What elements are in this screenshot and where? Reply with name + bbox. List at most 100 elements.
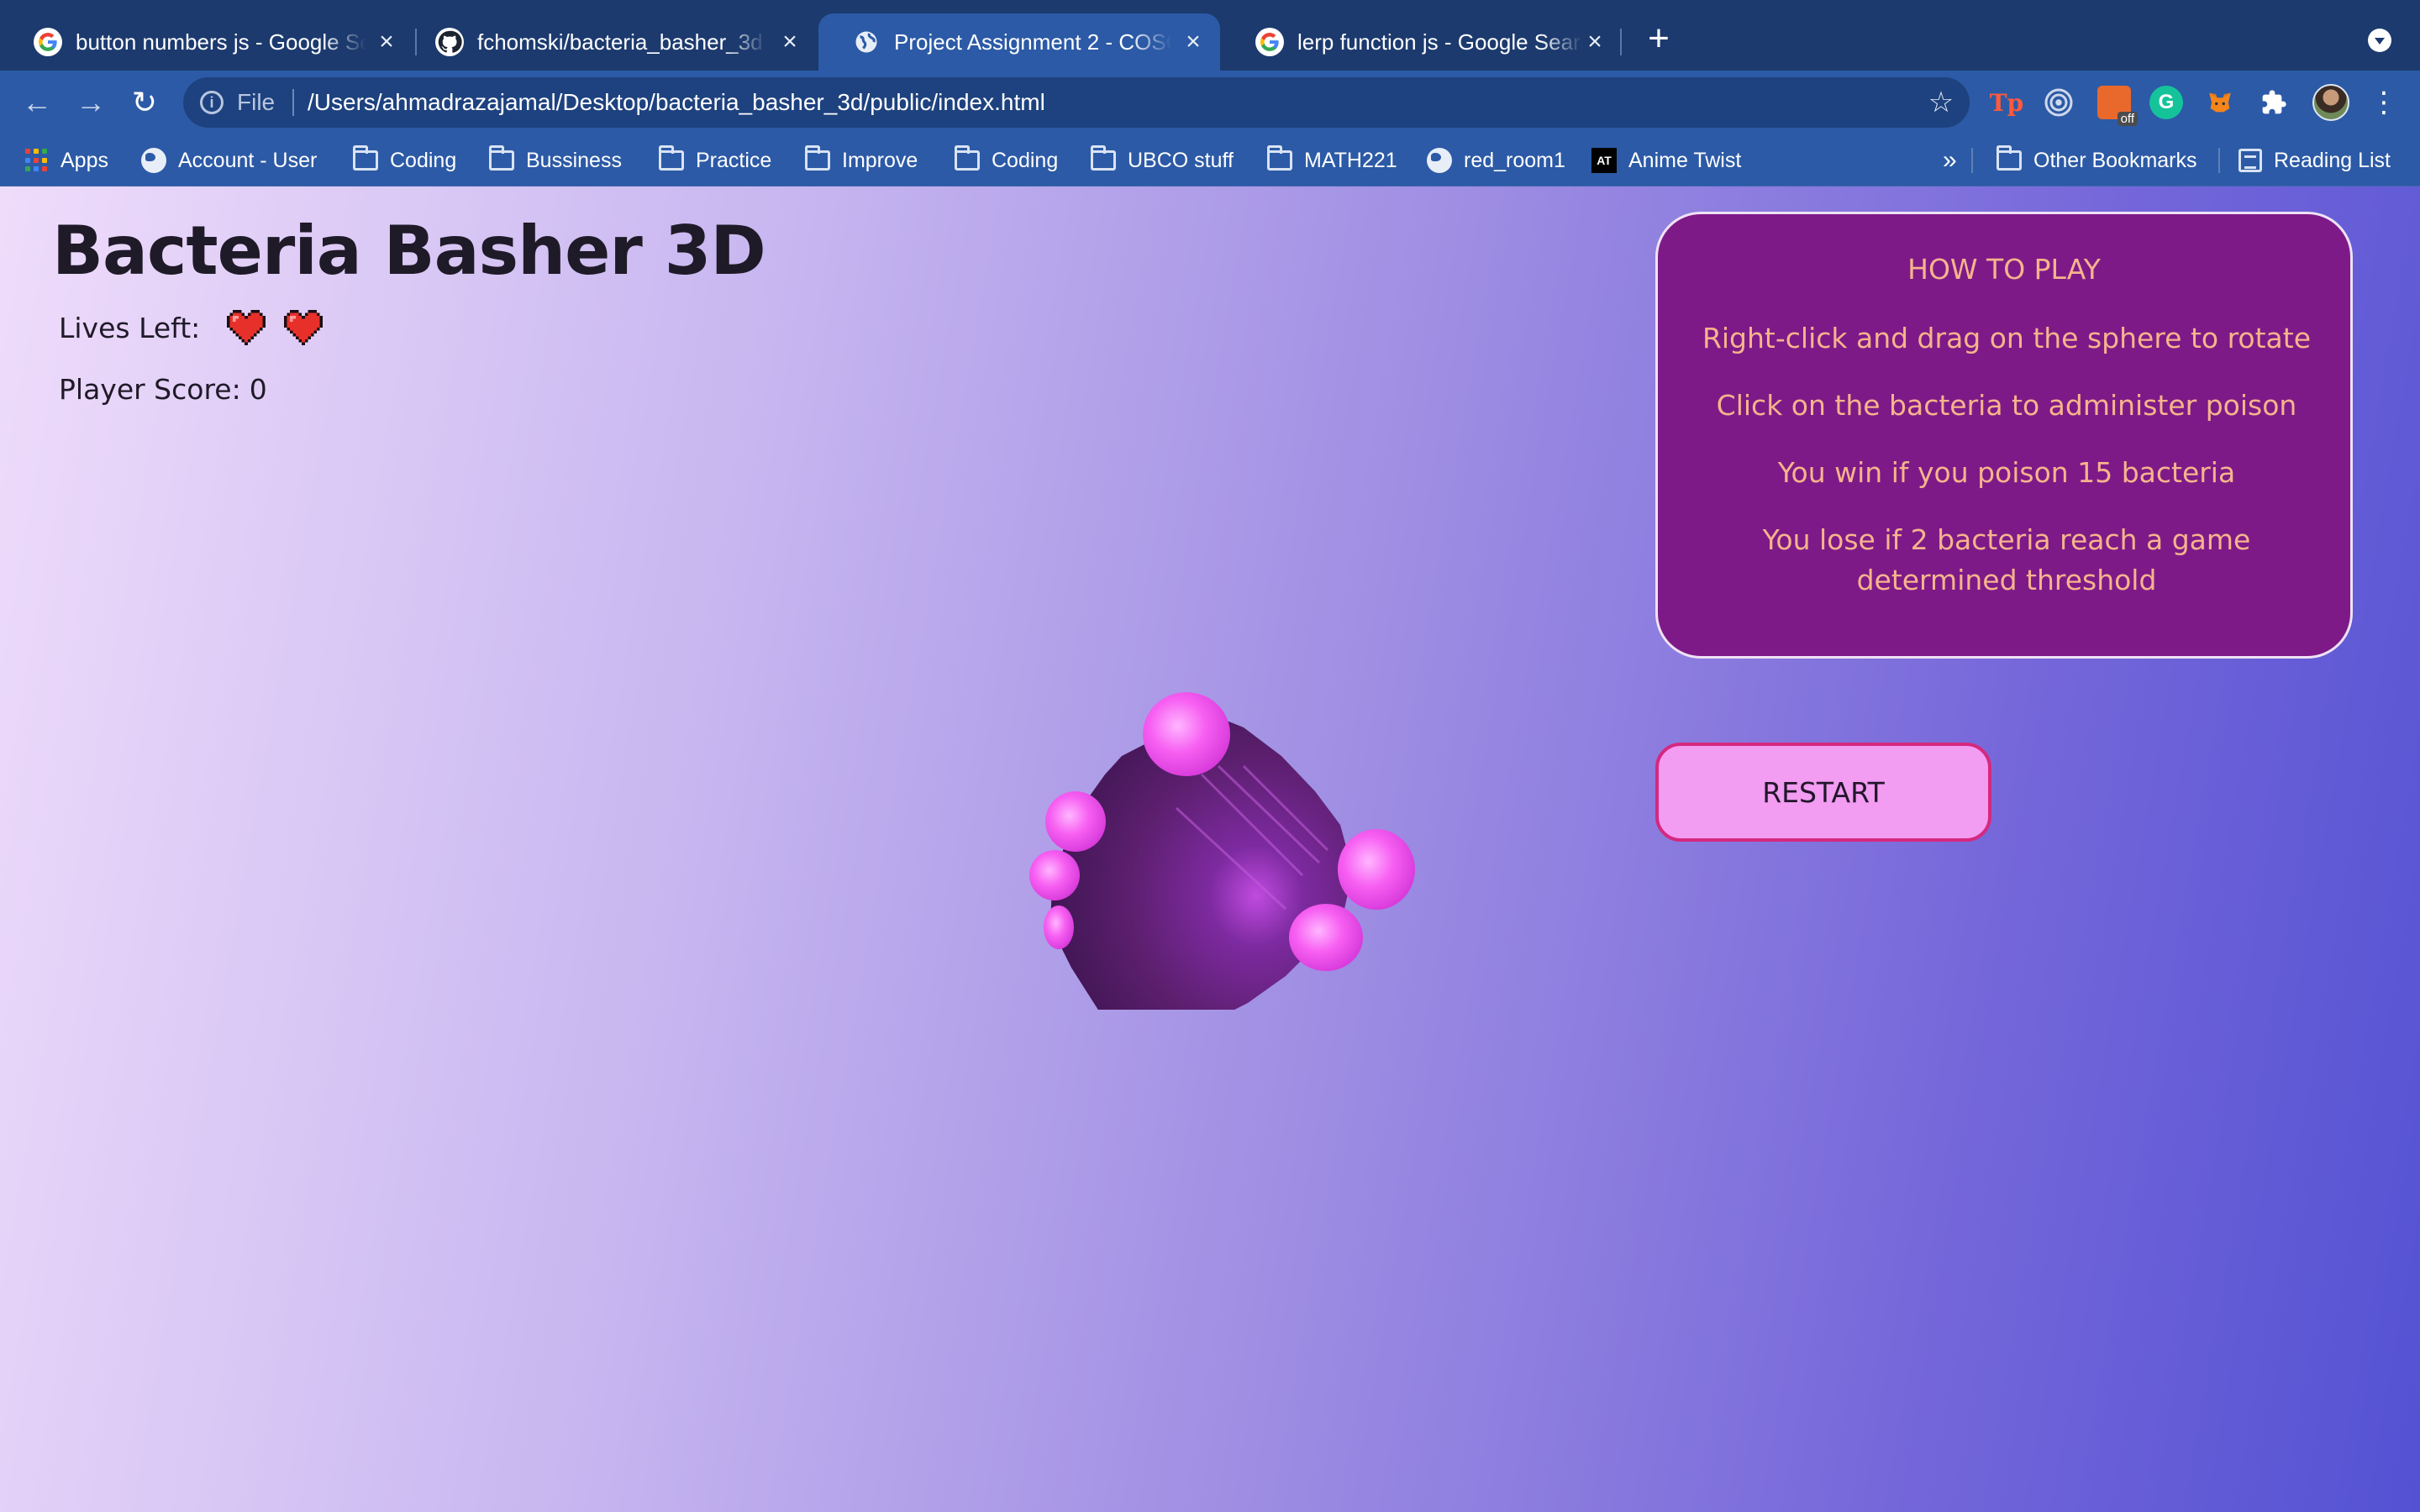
bookmark-label: Apps <box>60 148 108 172</box>
tab-button-numbers[interactable]: button numbers js - Google Se × <box>0 13 413 71</box>
anime-twist-icon: AT <box>1591 148 1617 173</box>
bookmark-apps[interactable]: Apps <box>25 144 108 176</box>
bookmark-label: Practice <box>696 148 772 172</box>
extension-badge: off <box>2117 112 2138 126</box>
tab-project-assignment[interactable]: Project Assignment 2 - COSC 4 × <box>818 13 1220 71</box>
folder-icon <box>1091 145 1116 171</box>
bacterium[interactable] <box>1045 791 1106 852</box>
score-label: Player Score: <box>59 373 241 406</box>
bookmark-red-room1[interactable]: red_room1 <box>1427 144 1565 176</box>
bookmark-bussiness[interactable]: Bussiness <box>489 144 622 176</box>
bookmark-anime-twist[interactable]: AT Anime Twist <box>1591 144 1741 176</box>
close-icon[interactable]: × <box>1583 29 1607 55</box>
reload-button[interactable]: ↻ <box>123 81 166 124</box>
folder-icon <box>353 145 378 171</box>
metamask-icon[interactable] <box>2203 86 2237 119</box>
ad-block-off-icon[interactable]: off <box>2097 86 2138 126</box>
close-icon[interactable]: × <box>375 29 398 55</box>
tab-title: fchomski/bacteria_basher_3d <box>477 29 763 55</box>
bacterium[interactable] <box>1143 692 1230 776</box>
bookmark-coding[interactable]: Coding <box>353 144 456 176</box>
profile-avatar[interactable] <box>2312 84 2349 121</box>
folder-icon <box>805 145 830 171</box>
how-to-play-panel: HOW TO PLAY Right-click and drag on the … <box>1655 212 2353 659</box>
bookmark-label: UBCO stuff <box>1128 148 1234 172</box>
globe-icon <box>141 148 166 173</box>
reading-list-button[interactable]: Reading List <box>2238 144 2391 176</box>
globe-icon <box>1427 148 1452 173</box>
puzzle-icon[interactable] <box>2257 86 2291 119</box>
tab-strip: button numbers js - Google Se × fchomski… <box>0 0 2420 71</box>
browser-menu-icon[interactable]: ⋮ <box>2370 82 2398 123</box>
google-icon <box>1255 28 1284 56</box>
bookmarks-bar: Apps Account - User Coding Bussiness Pra… <box>0 134 2420 186</box>
reading-list-label: Reading List <box>2274 148 2391 172</box>
new-tab-button[interactable]: + <box>1644 20 1674 57</box>
tab-lerp-function[interactable]: lerp function js - Google Search × <box>1222 13 1622 71</box>
bookmark-ubco-stuff[interactable]: UBCO stuff <box>1091 144 1234 176</box>
tab-divider <box>1620 29 1622 55</box>
back-button[interactable]: ← <box>15 81 59 124</box>
bookmark-account-user[interactable]: Account - User <box>141 144 317 176</box>
bookmark-label: Coding <box>992 148 1059 172</box>
url-text[interactable]: /Users/ahmadrazajamal/Desktop/bacteria_b… <box>308 89 1045 116</box>
instruction-line: You lose if 2 bacteria reach a game dete… <box>1762 523 2251 596</box>
close-icon[interactable]: × <box>778 29 802 55</box>
bookmarks-divider <box>2218 148 2220 173</box>
grammarly-icon[interactable]: G <box>2149 86 2183 119</box>
github-icon <box>435 28 464 56</box>
tab-title: button numbers js - Google Se <box>76 29 366 55</box>
bookmark-improve[interactable]: Improve <box>805 144 918 176</box>
info-icon[interactable]: i <box>200 91 224 114</box>
tp-icon[interactable]: Tp <box>1990 86 2023 119</box>
bookmark-label: Anime Twist <box>1628 148 1742 172</box>
bacterium[interactable] <box>1044 906 1074 949</box>
bookmark-math221[interactable]: MATH221 <box>1267 144 1397 176</box>
reading-list-icon <box>2238 149 2262 172</box>
bacterium[interactable] <box>1338 829 1415 910</box>
restart-button[interactable]: RESTART <box>1655 743 1991 842</box>
globe-icon <box>852 28 881 56</box>
forward-button[interactable]: → <box>69 81 113 124</box>
close-icon[interactable]: × <box>1181 29 1205 55</box>
bookmark-other-bookmarks[interactable]: Other Bookmarks <box>1996 144 2197 176</box>
bookmark-label: Coding <box>390 148 457 172</box>
browser-toolbar: ← → ↻ i File /Users/ahmadrazajamal/Deskt… <box>0 71 2420 134</box>
game-canvas[interactable] <box>924 489 1445 1149</box>
how-to-play-heading: HOW TO PLAY <box>1907 253 2101 286</box>
lives-display: Lives Left: <box>59 304 324 351</box>
instruction-line: Click on the bacteria to administer pois… <box>1716 389 2297 422</box>
bookmarks-divider <box>1971 148 1973 173</box>
bookmark-coding-2[interactable]: Coding <box>955 144 1058 176</box>
bookmark-label: Improve <box>842 148 918 172</box>
bacterium[interactable] <box>1029 850 1080 900</box>
bookmarks-overflow-chevron[interactable]: » <box>1943 144 1957 176</box>
bookmark-label: red_room1 <box>1464 148 1565 172</box>
tab-title: Project Assignment 2 - COSC 4 <box>894 29 1171 55</box>
folder-icon <box>955 145 980 171</box>
folder-icon <box>659 145 684 171</box>
score-display: Player Score: 0 <box>59 373 267 406</box>
bookmark-label: Bussiness <box>526 148 622 172</box>
address-bar[interactable]: i File /Users/ahmadrazajamal/Desktop/bac… <box>183 77 1970 128</box>
heart-icon <box>284 309 324 346</box>
tab-search-icon[interactable] <box>2368 29 2391 52</box>
bookmark-label: Other Bookmarks <box>2033 148 2197 172</box>
lives-label: Lives Left: <box>59 311 201 344</box>
apps-grid-icon <box>25 149 49 172</box>
score-value: 0 <box>249 373 267 406</box>
folder-icon <box>1267 145 1292 171</box>
instruction-line: Right-click and drag on the sphere to ro… <box>1702 322 2312 354</box>
sphere-scene[interactable] <box>924 489 1445 1149</box>
bookmark-practice[interactable]: Practice <box>659 144 771 176</box>
google-icon <box>34 28 62 56</box>
bacterium[interactable] <box>1289 904 1363 971</box>
bookmark-label: Account - User <box>178 148 318 172</box>
tab-github[interactable]: fchomski/bacteria_basher_3d × <box>402 13 817 71</box>
target-icon[interactable] <box>2042 86 2075 119</box>
address-divider <box>292 89 294 116</box>
bookmark-star-icon[interactable]: ☆ <box>1924 86 1958 119</box>
tab-title: lerp function js - Google Search <box>1297 29 1583 55</box>
lives-hearts <box>208 308 324 347</box>
game-page: Bacteria Basher 3D Lives Left: Player Sc… <box>0 186 2420 1512</box>
